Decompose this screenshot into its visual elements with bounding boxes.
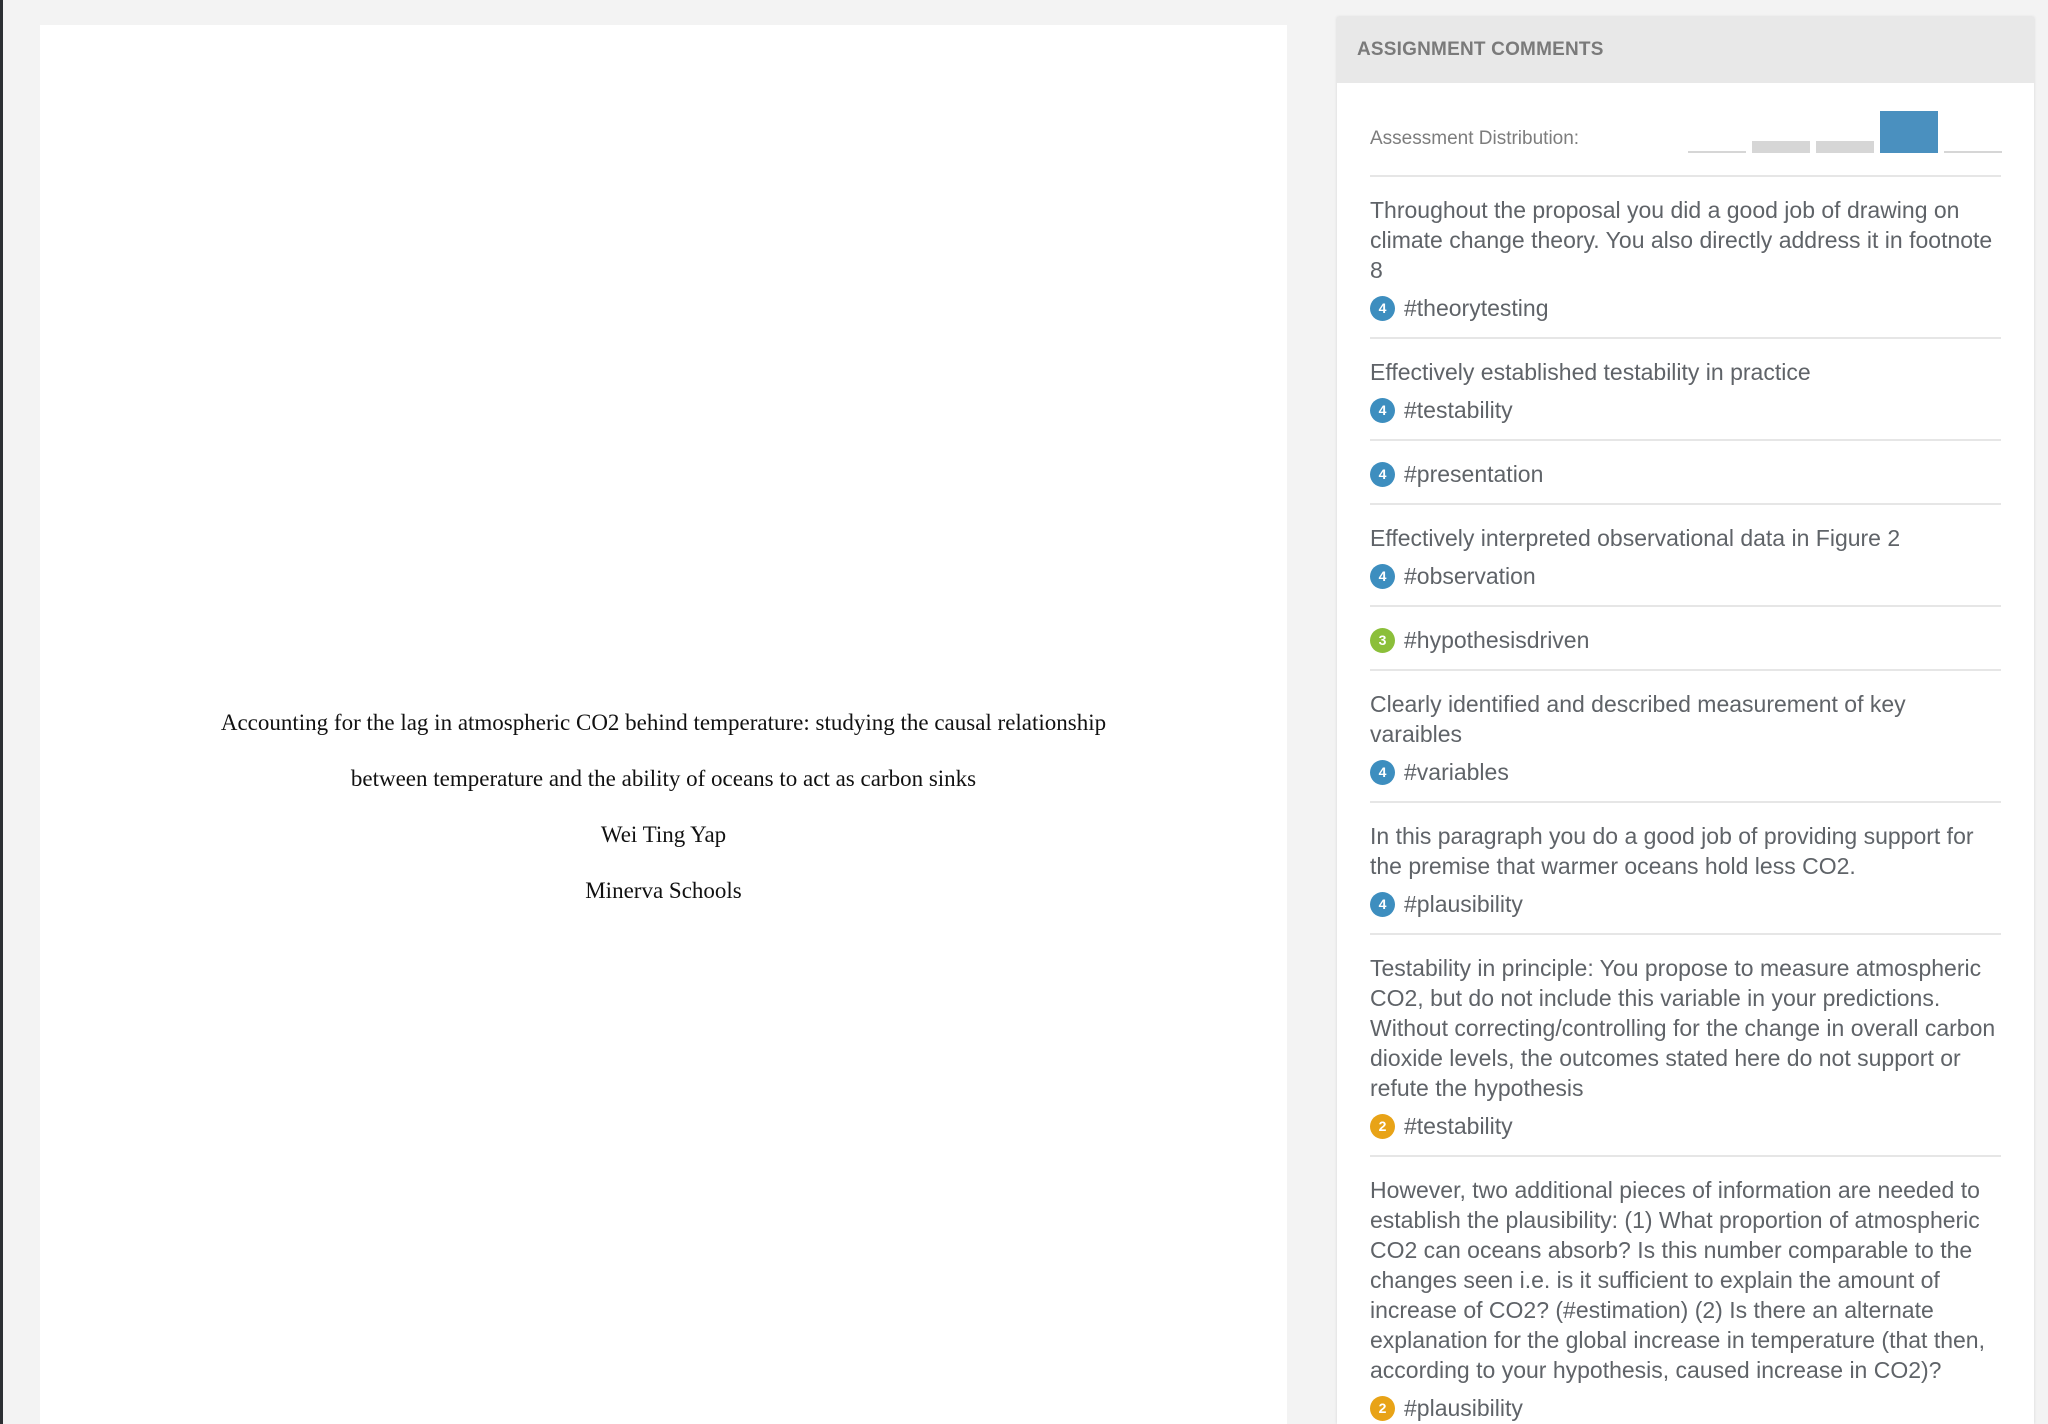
comment-tag-row: 4 #presentation: [1370, 459, 2001, 489]
comment-item[interactable]: Effectively interpreted observational da…: [1370, 505, 2001, 607]
score-badge: 3: [1370, 627, 1395, 653]
score-badge: 4: [1370, 891, 1395, 917]
score-badge: 2: [1370, 1395, 1395, 1421]
hashtag-label[interactable]: #testability: [1404, 1113, 1513, 1140]
panel-body: Assessment Distribution: Throughout the …: [1337, 83, 2034, 1424]
comment-text: Clearly identified and described measure…: [1370, 691, 1906, 747]
comment-item[interactable]: In this paragraph you do a good job of p…: [1370, 803, 2001, 935]
document-title-block: Accounting for the lag in atmospheric CO…: [40, 695, 1287, 919]
document-institution: Minerva Schools: [585, 878, 742, 903]
panel-header: ASSIGNMENT COMMENTS: [1337, 17, 2034, 83]
comment-tag-row: 4 #theorytesting: [1370, 293, 2001, 323]
hashtag-label[interactable]: #testability: [1404, 397, 1513, 424]
document-author: Wei Ting Yap: [600, 822, 727, 847]
hashtag-label[interactable]: #observation: [1404, 563, 1536, 590]
comment-text: Throughout the proposal you did a good j…: [1370, 197, 1993, 283]
hashtag-label[interactable]: #theorytesting: [1404, 295, 1548, 322]
distribution-bar-5: [1944, 151, 2002, 153]
score-badge: 4: [1370, 461, 1395, 487]
hashtag-label[interactable]: #plausibility: [1404, 891, 1523, 918]
comment-tag-row: 2 #plausibility: [1370, 1393, 2001, 1423]
comment-item[interactable]: 3 #hypothesisdriven: [1370, 607, 2001, 671]
comment-tag-row: 4 #testability: [1370, 395, 2001, 425]
distribution-bar-4: [1880, 111, 1938, 153]
comment-text: Effectively established testability in p…: [1370, 359, 1811, 385]
score-badge: 4: [1370, 563, 1395, 589]
comment-text: Testability in principle: You propose to…: [1370, 955, 1996, 1101]
assessment-distribution: Assessment Distribution:: [1370, 83, 2004, 177]
comments-list: Throughout the proposal you did a good j…: [1370, 177, 2001, 1424]
comment-item[interactable]: 4 #presentation: [1370, 441, 2001, 505]
comment-tag-row: 2 #testability: [1370, 1111, 2001, 1141]
comment-item[interactable]: Effectively established testability in p…: [1370, 339, 2001, 441]
distribution-bar-3: [1816, 141, 1874, 153]
comment-item[interactable]: Throughout the proposal you did a good j…: [1370, 177, 2001, 339]
score-badge: 4: [1370, 295, 1395, 321]
comment-tag-row: 4 #plausibility: [1370, 889, 2001, 919]
hashtag-label[interactable]: #hypothesisdriven: [1404, 627, 1589, 654]
comment-text: However, two additional pieces of inform…: [1370, 1177, 1985, 1383]
document-page: Accounting for the lag in atmospheric CO…: [40, 25, 1287, 1424]
hashtag-label[interactable]: #variables: [1404, 759, 1509, 786]
distribution-bar-2: [1752, 141, 1810, 153]
hashtag-label[interactable]: #presentation: [1404, 461, 1543, 488]
comment-text: Effectively interpreted observational da…: [1370, 525, 1901, 551]
comment-item[interactable]: Clearly identified and described measure…: [1370, 671, 2001, 803]
document-title-line-1: Accounting for the lag in atmospheric CO…: [220, 710, 1107, 735]
assignment-comments-panel: ASSIGNMENT COMMENTS Assessment Distribut…: [1337, 17, 2034, 1424]
hashtag-label[interactable]: #plausibility: [1404, 1395, 1523, 1422]
comment-item[interactable]: Testability in principle: You propose to…: [1370, 935, 2001, 1157]
comment-tag-row: 4 #variables: [1370, 757, 2001, 787]
comment-tag-row: 3 #hypothesisdriven: [1370, 625, 2001, 655]
score-badge: 2: [1370, 1113, 1395, 1139]
comment-text: In this paragraph you do a good job of p…: [1370, 823, 1974, 879]
window-left-edge: [0, 0, 3, 1424]
score-badge: 4: [1370, 397, 1395, 423]
document-title-line-2: between temperature and the ability of o…: [350, 766, 977, 791]
comment-item[interactable]: However, two additional pieces of inform…: [1370, 1157, 2001, 1424]
distribution-label: Assessment Distribution:: [1370, 128, 1580, 149]
comment-tag-row: 4 #observation: [1370, 561, 2001, 591]
distribution-chart: [1688, 107, 2004, 153]
distribution-bar-1: [1688, 151, 1746, 153]
panel-header-title: ASSIGNMENT COMMENTS: [1357, 39, 1604, 60]
score-badge: 4: [1370, 759, 1395, 785]
